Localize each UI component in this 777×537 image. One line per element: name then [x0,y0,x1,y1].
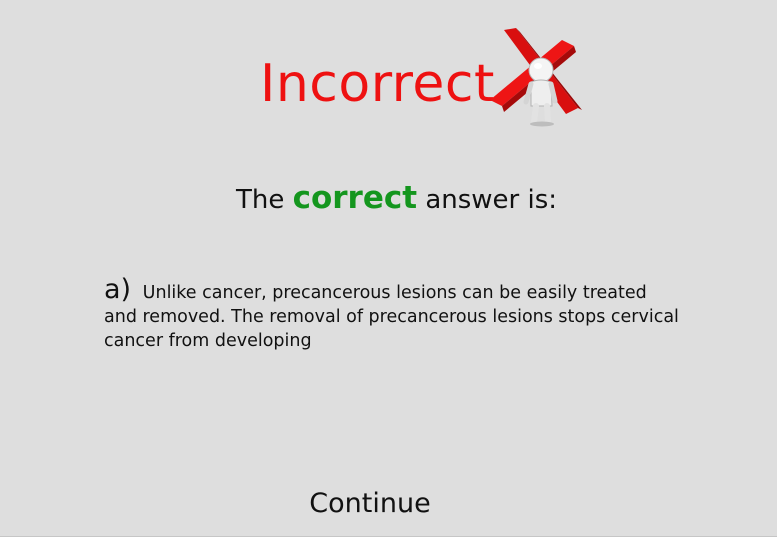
heading-highlight: correct [292,180,418,216]
answer-letter: a) [104,274,132,305]
heading-prefix: The [235,185,285,215]
correct-answer-heading: The correct answer is: [0,172,777,226]
continue-button[interactable]: Continue [296,480,444,528]
result-title: Incorrect [260,54,495,114]
answer-text: Unlike cancer, precancerous lesions can … [104,283,679,351]
correct-answer: a) Unlike cancer, precancerous lesions c… [104,276,684,353]
heading-suffix: answer is: [425,185,558,215]
red-x-with-person-icon [490,28,582,127]
